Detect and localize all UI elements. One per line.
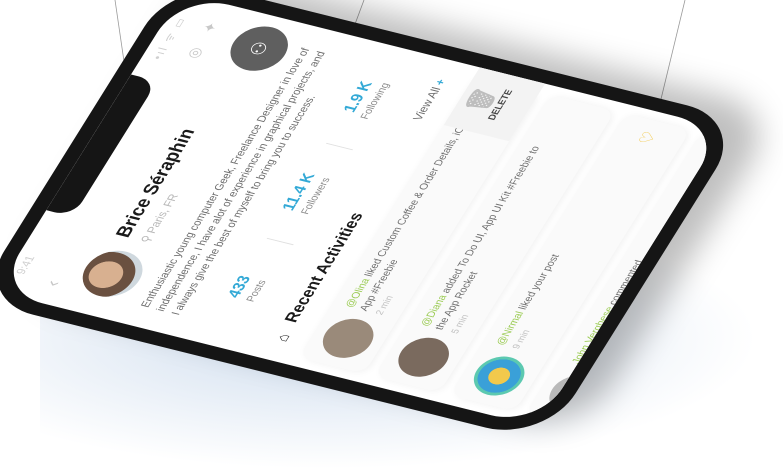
dribbble-icon[interactable]: ◎ xyxy=(183,46,206,60)
avatar xyxy=(314,314,383,363)
avatar xyxy=(540,370,609,420)
avatar xyxy=(389,332,458,382)
profile-screen: 9:41 •ıl ᯤ ▭ ‹ ◎ ✦ Brice Séraphin ⚲ Pari… xyxy=(0,0,725,427)
phone-device: 9:41 •ıl ᯤ ▭ ‹ ◎ ✦ Brice Séraphin ⚲ Pari… xyxy=(0,0,747,443)
add-user-icon: ⚇ xyxy=(244,39,274,59)
back-chevron-icon[interactable]: ‹ xyxy=(41,278,66,288)
activity-user: John Verghese xyxy=(570,305,617,366)
heart-icon[interactable]: ♡ xyxy=(634,129,662,146)
twitter-icon[interactable]: ✦ xyxy=(199,20,222,34)
avatar[interactable] xyxy=(72,245,153,303)
avatar xyxy=(465,351,534,401)
view-all-link[interactable]: View All + xyxy=(411,78,449,122)
activity-verb: commented xyxy=(607,259,646,307)
view-all-text: View All xyxy=(411,86,444,122)
divider xyxy=(325,142,354,151)
activity-verb: liked your post xyxy=(516,253,563,311)
divider xyxy=(266,237,294,246)
plus-icon: + xyxy=(433,78,449,87)
status-time: 9:41 xyxy=(14,254,38,276)
activity-bell-icon: ⌂ xyxy=(272,331,294,344)
